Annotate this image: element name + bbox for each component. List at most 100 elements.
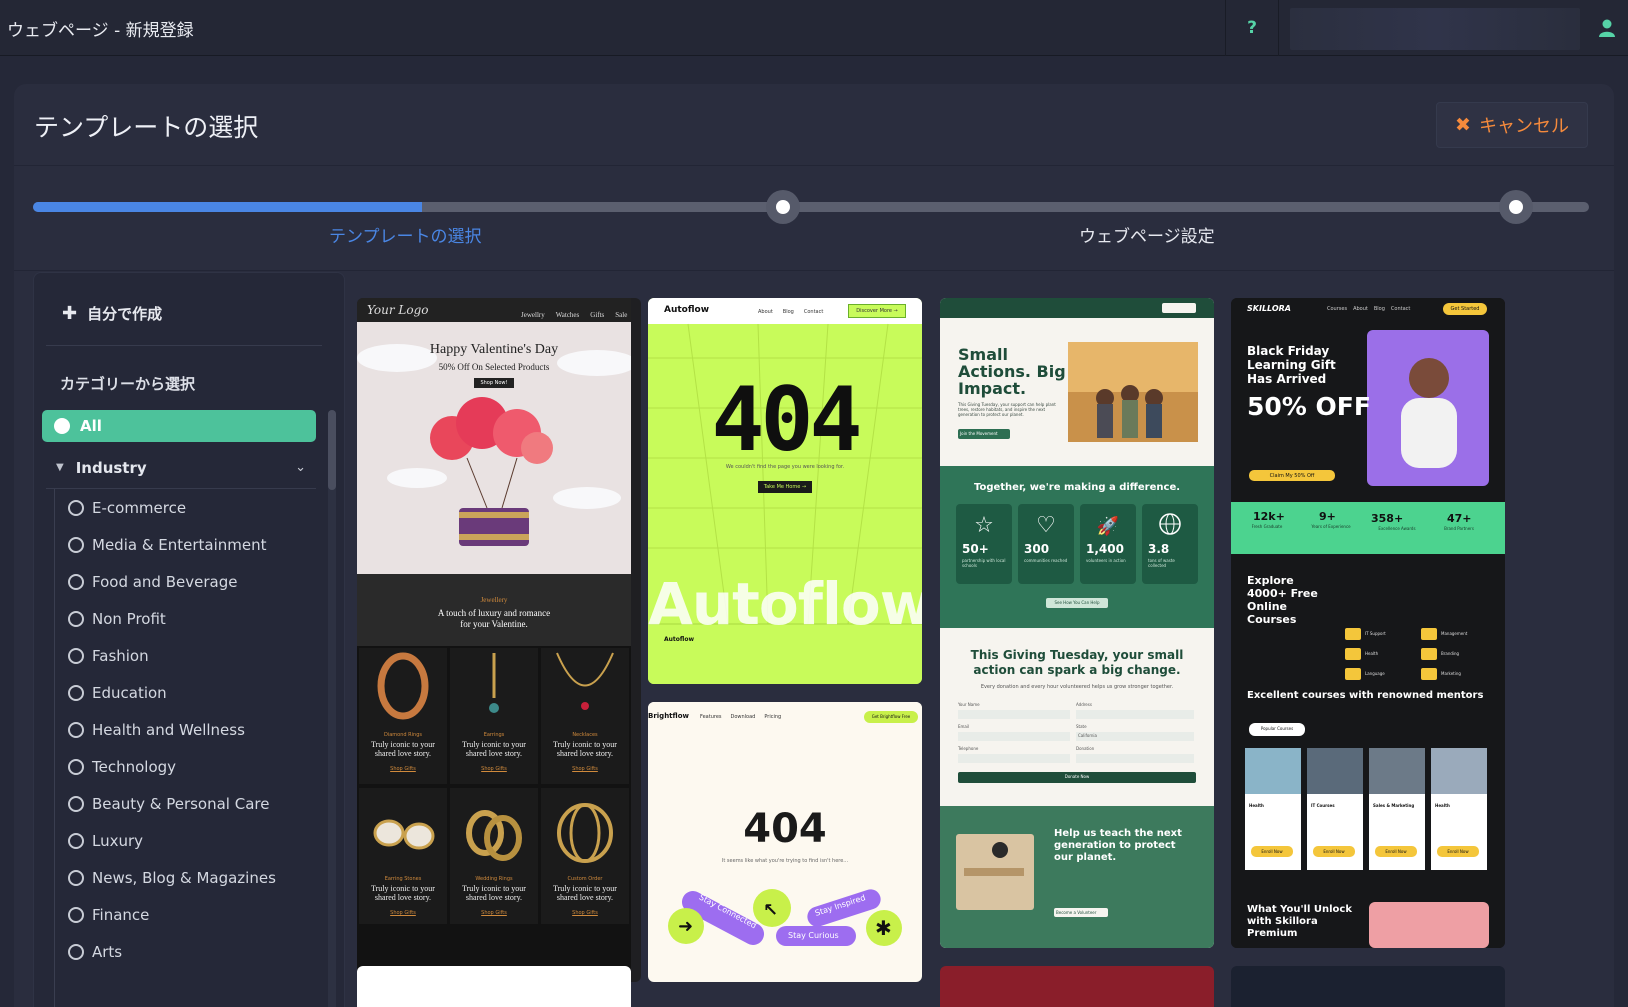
svg-text:✱: ✱ xyxy=(875,916,892,940)
template-band-title: Together, we're making a difference. xyxy=(973,482,1181,493)
step-label-template: テンプレートの選択 xyxy=(329,227,482,247)
template-nav-item: Blog xyxy=(782,309,794,315)
category-option-label: Media & Entertainment xyxy=(92,536,267,554)
template-nav-item: Pricing xyxy=(764,714,782,720)
category-option-label: Health and Wellness xyxy=(92,721,245,739)
template-brand: SKILLORA xyxy=(1247,304,1291,313)
category-option[interactable]: Luxury xyxy=(68,830,143,852)
template-card-next[interactable] xyxy=(940,966,1214,1007)
template-nav-item: Features xyxy=(700,714,722,720)
step-dot-settings[interactable] xyxy=(1499,190,1533,224)
category-option[interactable]: Media & Entertainment xyxy=(68,534,267,556)
template-brand: Brightflow xyxy=(648,712,689,720)
template-nav: Features Download Pricing xyxy=(700,714,781,720)
template-card-brightflow[interactable]: ➜ ↖ ✱ Brightflow Features Download Prici… xyxy=(648,702,922,982)
template-card-valentine[interactable]: Your Logo Jewellry Watches Gifts Sale Ha… xyxy=(357,298,641,982)
category-option[interactable]: Finance xyxy=(68,904,149,926)
template-offer: 50% OFF xyxy=(1247,392,1371,421)
cancel-button[interactable]: ✖ キャンセル xyxy=(1436,102,1588,148)
template-card-autoflow[interactable]: Autoflow About Blog Contact Discover Mor… xyxy=(648,298,922,684)
svg-text:↖: ↖ xyxy=(763,900,778,921)
stat-label: Excellence Awards xyxy=(1378,526,1416,531)
product-text: Truly iconic to your shared love story. xyxy=(553,740,617,758)
template-nav: Courses About Blog Contact xyxy=(1327,306,1410,312)
template-mentors: Excellent courses with renowned mentors xyxy=(1247,690,1484,701)
template-nav-item: Download xyxy=(730,714,756,720)
category-option[interactable]: News, Blog & Magazines xyxy=(68,867,276,889)
product-link: Shop Gifts xyxy=(572,910,598,916)
template-unlock: What You'll Unlock with Skillora Premium xyxy=(1247,904,1352,939)
step-label-settings: ウェブページ設定 xyxy=(1079,227,1215,247)
radio-icon xyxy=(68,796,84,812)
industry-group-label: Industry xyxy=(75,458,147,477)
template-headline: Small Actions. Big Impact. xyxy=(958,345,1066,398)
group-indent-line xyxy=(54,489,55,1007)
stat-label: Years of Experience xyxy=(1311,524,1351,529)
product-name: Wedding Rings xyxy=(475,876,513,882)
category-option-label: Technology xyxy=(92,758,177,776)
template-headline: Black Friday Learning Gift Has Arrived xyxy=(1247,344,1336,386)
category-option[interactable]: Non Profit xyxy=(68,608,166,630)
category-option[interactable]: Health and Wellness xyxy=(68,719,245,741)
form-field-label: Email xyxy=(958,724,970,729)
radio-icon xyxy=(68,574,84,590)
product-link: Shop Gifts xyxy=(390,910,416,916)
template-nav-item: Blog xyxy=(1373,306,1385,312)
template-form-button: Donate Now xyxy=(1064,774,1090,779)
form-field-label: Your Name xyxy=(958,702,980,707)
svg-text:☆: ☆ xyxy=(974,513,994,538)
category-all-button[interactable]: All xyxy=(42,410,316,442)
template-card-next[interactable] xyxy=(1231,966,1505,1007)
category-option[interactable]: Arts xyxy=(68,941,122,963)
category-chip: IT Support xyxy=(1365,631,1386,636)
template-cta: Discover More → xyxy=(848,304,906,318)
sidebar-scrollbar[interactable] xyxy=(328,410,336,1007)
category-option[interactable]: E-commerce xyxy=(68,497,186,519)
category-option[interactable]: Food and Beverage xyxy=(68,571,237,593)
template-card-giving[interactable]: ☆ ♡ 🚀 Small Actions. Big Impact. This Gi… xyxy=(940,298,1214,948)
radio-icon xyxy=(68,722,84,738)
category-option-label: Luxury xyxy=(92,832,144,850)
template-headline: Happy Valentine's Day xyxy=(429,342,559,357)
category-option-label: E-commerce xyxy=(92,499,187,517)
template-nav-item: Contact xyxy=(1390,306,1411,312)
app-title: ウェブページ - 新規登録 xyxy=(7,21,194,41)
radio-icon xyxy=(68,537,84,553)
step-dot-template[interactable] xyxy=(766,190,800,224)
template-footer-title: Help us teach the next generation to pro… xyxy=(1054,828,1182,863)
stat-value: 358+ xyxy=(1371,512,1404,525)
industry-group-toggle[interactable]: ▼ Industry ⌄ xyxy=(46,447,316,489)
category-option[interactable]: Education xyxy=(68,682,167,704)
product-link: Shop Gifts xyxy=(481,910,507,916)
panel-header: テンプレートの選択 ✖ キャンセル xyxy=(14,84,1614,166)
template-nav-item: Gifts xyxy=(590,311,605,319)
stat-label: volunteers in action xyxy=(1086,558,1126,563)
product-link: Shop Gifts xyxy=(572,766,598,772)
template-nav-item: Watches xyxy=(555,311,580,319)
caret-down-icon: ▼ xyxy=(56,462,64,473)
template-explore: Explore 4000+ Free Online Courses xyxy=(1247,574,1318,626)
category-chip: Management xyxy=(1441,631,1468,636)
category-heading: カテゴリーから選択 xyxy=(60,375,196,393)
template-form-subtitle: Every donation and every hour volunteere… xyxy=(980,684,1174,690)
category-option[interactable]: Beauty & Personal Care xyxy=(68,793,269,815)
course-title: Health xyxy=(1435,803,1450,808)
create-own-button[interactable]: ✚ 自分で作成 xyxy=(62,303,162,324)
user-icon[interactable] xyxy=(1598,18,1616,38)
template-pill: Popular Courses xyxy=(1260,726,1294,731)
chevron-down-icon: ⌄ xyxy=(295,460,306,475)
product-text: Truly iconic to your shared love story. xyxy=(371,884,435,902)
template-card-skillora[interactable]: SKILLORA Courses About Blog Contact Get … xyxy=(1231,298,1505,948)
enroll-button: Enroll Now xyxy=(1261,849,1283,854)
category-option[interactable]: Technology xyxy=(68,756,176,778)
stat-label: communities reached xyxy=(1024,558,1068,563)
template-button: Join the Movement xyxy=(960,431,998,436)
help-button[interactable]: ? xyxy=(1225,0,1279,56)
stat-value: 12k+ xyxy=(1253,510,1285,523)
product-text: Truly iconic to your shared love story. xyxy=(462,884,526,902)
template-card-next[interactable] xyxy=(357,966,631,1007)
close-icon: ✖ xyxy=(1455,114,1471,136)
user-name-area[interactable] xyxy=(1290,8,1580,50)
category-option[interactable]: Fashion xyxy=(68,645,149,667)
radio-icon xyxy=(68,648,84,664)
